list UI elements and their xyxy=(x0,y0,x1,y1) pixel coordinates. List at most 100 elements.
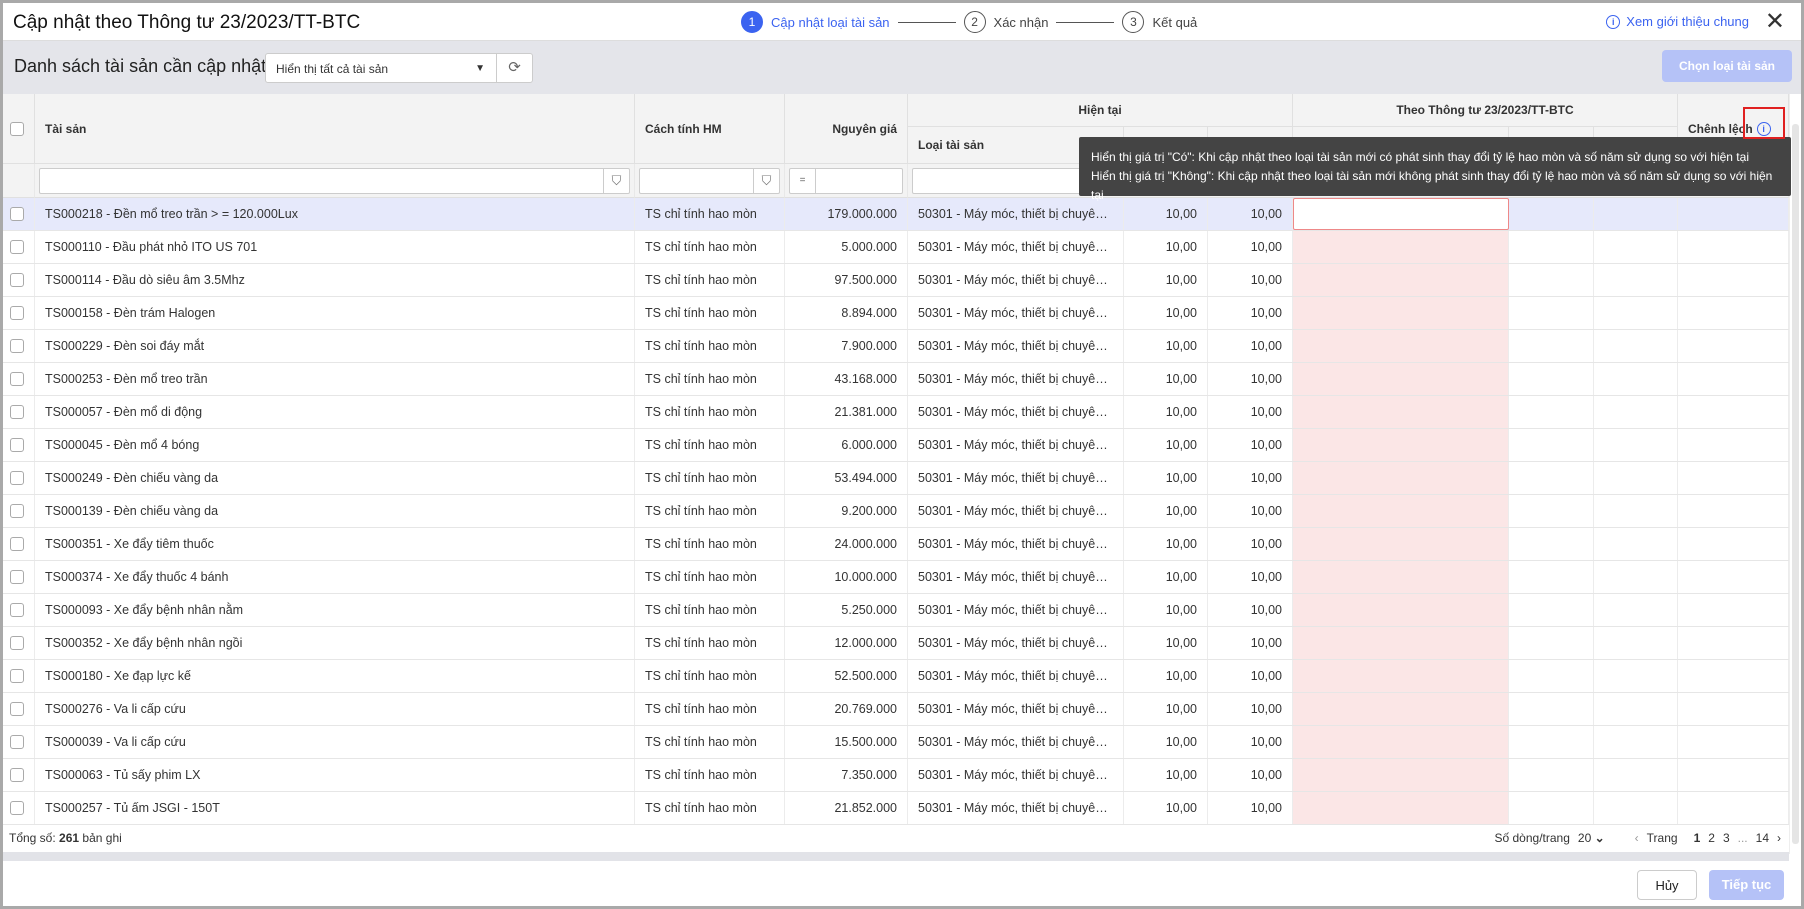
page-3[interactable]: 3 xyxy=(1723,831,1730,845)
close-icon[interactable]: ✕ xyxy=(1765,7,1785,36)
cost-cell: 6.000.000 xyxy=(785,429,908,461)
cost-cell: 5.250.000 xyxy=(785,594,908,626)
diff-cell xyxy=(1678,693,1789,725)
row-checkbox[interactable] xyxy=(10,372,24,386)
type-cell: 50301 - Máy móc, thiết bị chuyên dù... xyxy=(908,660,1124,692)
row-checkbox[interactable] xyxy=(10,405,24,419)
row-checkbox[interactable] xyxy=(10,636,24,650)
row-checkbox[interactable] xyxy=(10,339,24,353)
row-checkbox[interactable] xyxy=(10,570,24,584)
row-checkbox[interactable] xyxy=(10,735,24,749)
row-checkbox[interactable] xyxy=(10,504,24,518)
prev-page-icon[interactable]: ‹ xyxy=(1635,831,1639,845)
table-row[interactable]: TS000110 - Đầu phát nhỏ ITO US 701 TS chỉ… xyxy=(3,231,1789,264)
cost-filter-input[interactable]: = xyxy=(789,168,903,194)
filter-icon[interactable]: ⛉ xyxy=(603,169,629,193)
cost-cell: 21.381.000 xyxy=(785,396,908,428)
intro-link[interactable]: i Xem giới thiệu chung xyxy=(1606,14,1749,29)
table-row[interactable]: TS000039 - Va li cấp cứu TS chỉ tính hao … xyxy=(3,726,1789,759)
new-asset-type-cell[interactable] xyxy=(1293,429,1509,461)
filter-icon[interactable]: ⛉ xyxy=(753,169,779,193)
choose-asset-type-button[interactable]: Chọn loại tài sản xyxy=(1662,50,1792,82)
checkbox-cell xyxy=(3,297,35,329)
table-row[interactable]: TS000057 - Đèn mổ di động TS chỉ tính hao… xyxy=(3,396,1789,429)
new-asset-type-cell[interactable] xyxy=(1293,297,1509,329)
table-row[interactable]: TS000045 - Đèn mổ 4 bóng TS chỉ tính hao … xyxy=(3,429,1789,462)
table-row[interactable]: TS000229 - Đèn soi đáy mắt TS chỉ tính ha… xyxy=(3,330,1789,363)
refresh-icon[interactable]: ⟳ xyxy=(496,54,532,82)
new-years-cell xyxy=(1594,297,1678,329)
next-page-icon[interactable]: › xyxy=(1777,831,1781,845)
row-checkbox[interactable] xyxy=(10,471,24,485)
current-rate-cell: 10,00 xyxy=(1124,462,1208,494)
new-asset-type-cell[interactable] xyxy=(1293,330,1509,362)
page-1[interactable]: 1 xyxy=(1694,831,1701,845)
cost-filter-operator[interactable]: = xyxy=(790,169,816,193)
row-checkbox[interactable] xyxy=(10,768,24,782)
new-asset-type-cell[interactable] xyxy=(1293,462,1509,494)
current-rate-cell: 10,00 xyxy=(1124,495,1208,527)
page-14[interactable]: 14 xyxy=(1756,831,1769,845)
row-checkbox[interactable] xyxy=(10,207,24,221)
table-row[interactable]: TS000276 - Va li cấp cứu TS chỉ tính hao … xyxy=(3,693,1789,726)
row-checkbox[interactable] xyxy=(10,306,24,320)
new-asset-type-cell[interactable] xyxy=(1293,561,1509,593)
row-checkbox[interactable] xyxy=(10,240,24,254)
new-asset-type-cell[interactable] xyxy=(1293,594,1509,626)
row-checkbox[interactable] xyxy=(10,702,24,716)
new-asset-type-cell[interactable] xyxy=(1293,693,1509,725)
method-filter-input[interactable]: ⛉ xyxy=(639,168,780,194)
new-asset-type-cell[interactable] xyxy=(1293,363,1509,395)
new-asset-type-cell[interactable] xyxy=(1293,660,1509,692)
table-row[interactable]: TS000114 - Đầu dò siêu âm 3.5Mhz TS chỉ t… xyxy=(3,264,1789,297)
row-checkbox[interactable] xyxy=(10,273,24,287)
vertical-scrollbar[interactable] xyxy=(1789,94,1801,854)
select-all-checkbox[interactable] xyxy=(10,122,24,136)
new-asset-type-cell[interactable] xyxy=(1293,231,1509,263)
new-asset-type-cell[interactable] xyxy=(1293,627,1509,659)
table-row[interactable]: TS000351 - Xe đẩy tiêm thuốc TS chỉ tính … xyxy=(3,528,1789,561)
continue-button[interactable]: Tiếp tục xyxy=(1709,870,1784,900)
new-asset-type-cell[interactable] xyxy=(1293,528,1509,560)
table-row[interactable]: TS000253 - Đèn mổ treo trần TS chỉ tính h… xyxy=(3,363,1789,396)
row-checkbox[interactable] xyxy=(10,438,24,452)
table-row[interactable]: TS000374 - Xe đẩy thuốc 4 bánh TS chỉ tín… xyxy=(3,561,1789,594)
new-asset-type-cell[interactable] xyxy=(1293,495,1509,527)
table-row[interactable]: TS000158 - Đèn trám Halogen TS chỉ tính h… xyxy=(3,297,1789,330)
row-checkbox[interactable] xyxy=(10,603,24,617)
new-years-cell xyxy=(1594,363,1678,395)
page-2[interactable]: 2 xyxy=(1708,831,1715,845)
table-row[interactable]: TS000352 - Xe đẩy bệnh nhân ngồi TS chỉ t… xyxy=(3,627,1789,660)
table-row[interactable]: TS000249 - Đèn chiếu vàng da TS chỉ tính … xyxy=(3,462,1789,495)
current-years-cell: 10,00 xyxy=(1208,297,1293,329)
header-cost[interactable]: Nguyên giá xyxy=(785,94,908,164)
new-asset-type-cell[interactable] xyxy=(1293,264,1509,296)
new-asset-type-cell[interactable] xyxy=(1293,396,1509,428)
current-rate-cell: 10,00 xyxy=(1124,363,1208,395)
table-row[interactable]: TS000180 - Xe đạp lực kế TS chỉ tính hao … xyxy=(3,660,1789,693)
cost-cell: 9.200.000 xyxy=(785,495,908,527)
asset-filter-input[interactable]: ⛉ xyxy=(39,168,630,194)
table-row[interactable]: TS000139 - Đèn chiếu vàng da TS chỉ tính … xyxy=(3,495,1789,528)
header-asset[interactable]: Tài sản xyxy=(35,94,635,164)
row-checkbox[interactable] xyxy=(10,669,24,683)
table-row[interactable]: TS000063 - Tủ sấy phim LX TS chỉ tính hao… xyxy=(3,759,1789,792)
table-row[interactable]: TS000093 - Xe đẩy bệnh nhân nằm TS chỉ tí… xyxy=(3,594,1789,627)
new-asset-type-cell[interactable] xyxy=(1293,792,1509,824)
row-checkbox[interactable] xyxy=(10,801,24,815)
scrollbar-thumb[interactable] xyxy=(1792,124,1799,844)
header-method[interactable]: Cách tính HM xyxy=(635,94,785,164)
checkbox-cell xyxy=(3,561,35,593)
row-checkbox[interactable] xyxy=(10,537,24,551)
horizontal-scrollbar[interactable] xyxy=(3,852,1789,861)
table-row[interactable]: TS000257 - Tủ ấm JSGI - 150T TS chỉ tính … xyxy=(3,792,1789,825)
new-asset-type-cell[interactable] xyxy=(1293,759,1509,791)
filter-select[interactable]: Hiển thị tất cả tài sản ▼ ⟳ xyxy=(265,53,533,83)
new-asset-type-cell[interactable] xyxy=(1293,726,1509,758)
new-years-cell xyxy=(1594,330,1678,362)
header-select-all-cell xyxy=(3,94,35,164)
page-size-select[interactable]: 20 ⌄ xyxy=(1578,831,1605,845)
method-cell: TS chỉ tính hao mòn xyxy=(635,627,785,659)
diff-cell xyxy=(1678,231,1789,263)
cancel-button[interactable]: Hủy xyxy=(1637,870,1697,900)
